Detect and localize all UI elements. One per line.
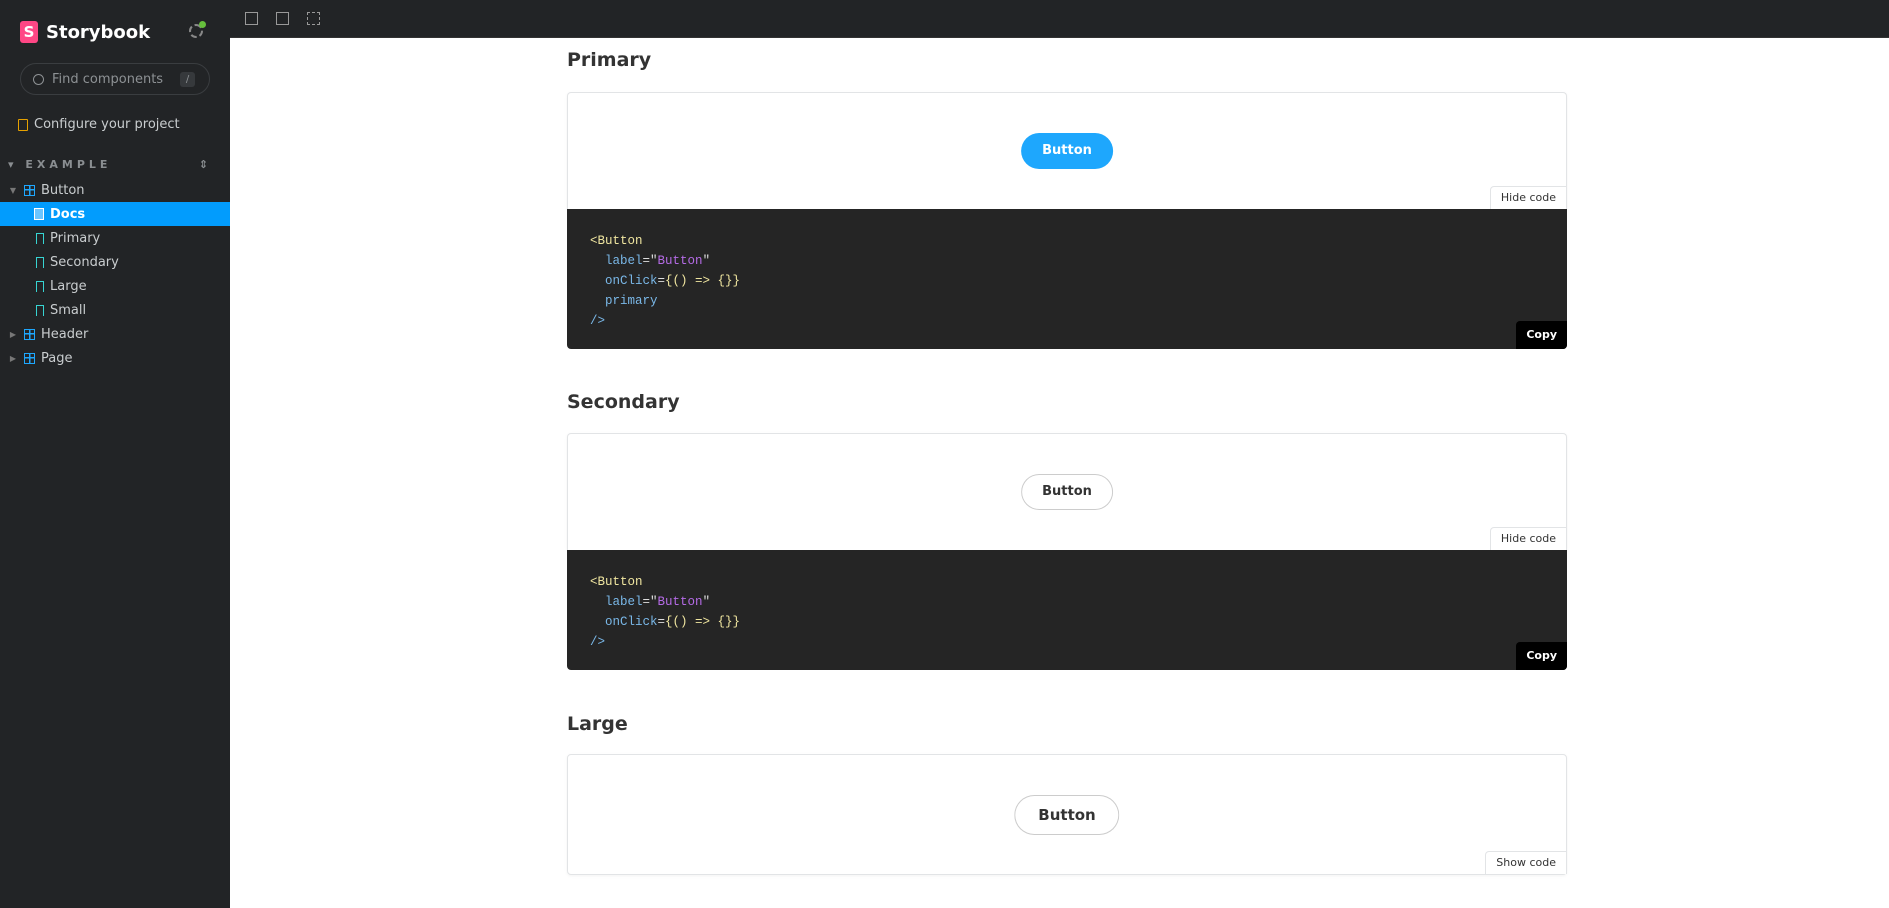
sidebar-item-docs[interactable]: Docs <box>0 202 230 226</box>
search-icon <box>33 73 44 85</box>
story-primary: Button Hide code <Button label="Button" … <box>567 92 1567 349</box>
story-preview: Button Show code <box>567 754 1567 875</box>
status-dot <box>199 21 206 28</box>
configure-project-link[interactable]: Configure your project <box>18 117 180 132</box>
sidebar-item-small[interactable]: Small <box>0 298 230 322</box>
sidebar-item-header[interactable]: ▶ Header <box>0 322 230 346</box>
large-button[interactable]: Button <box>1014 795 1120 835</box>
docs-icon <box>34 208 44 220</box>
settings-gear-icon[interactable] <box>189 21 206 38</box>
sidebar-item-secondary[interactable]: Secondary <box>0 250 230 274</box>
toolbar <box>230 0 1889 38</box>
bookmark-icon <box>36 232 44 244</box>
story-preview: Button Hide code <box>567 92 1567 209</box>
grid-icon[interactable] <box>276 12 289 25</box>
copy-button[interactable]: Copy <box>1516 642 1567 670</box>
story-title-large: Large <box>567 713 628 735</box>
group-example[interactable]: ▾ EXAMPLE ⇕ <box>8 158 208 171</box>
code-block: <Button label="Button" onClick={() => {}… <box>567 550 1567 670</box>
bookmark-icon <box>36 280 44 292</box>
chevron-down-icon: ▼ <box>9 185 17 195</box>
shortcut-badge: / <box>180 72 195 87</box>
expand-collapse-icon[interactable]: ⇕ <box>199 158 208 171</box>
chevron-right-icon: ▶ <box>9 353 17 363</box>
sidebar-item-large[interactable]: Large <box>0 274 230 298</box>
component-icon <box>24 328 35 340</box>
story-title-secondary: Secondary <box>567 391 680 413</box>
sidebar-tree: ▼ Button Docs Primary Secondary Large Sma… <box>0 178 230 370</box>
bookmark-icon <box>36 304 44 316</box>
chevron-right-icon: ▶ <box>9 329 17 339</box>
document-icon <box>18 118 28 131</box>
sidebar-item-primary[interactable]: Primary <box>0 226 230 250</box>
story-secondary: Button Hide code <Button label="Button" … <box>567 433 1567 670</box>
secondary-button[interactable]: Button <box>1021 474 1113 510</box>
storybook-logo[interactable]: S Storybook <box>20 21 150 43</box>
hide-code-button[interactable]: Hide code <box>1489 186 1567 209</box>
image-icon[interactable] <box>245 12 258 25</box>
sidebar-item-button[interactable]: ▼ Button <box>0 178 230 202</box>
logo-icon: S <box>20 21 38 43</box>
primary-button[interactable]: Button <box>1021 133 1113 169</box>
copy-button[interactable]: Copy <box>1516 321 1567 349</box>
story-preview: Button Hide code <box>567 433 1567 550</box>
story-large: Button Show code <box>567 754 1567 875</box>
component-icon <box>24 184 35 196</box>
hide-code-button[interactable]: Hide code <box>1489 527 1567 550</box>
show-code-button[interactable]: Show code <box>1485 851 1567 874</box>
sidebar-item-page[interactable]: ▶ Page <box>0 346 230 370</box>
outline-icon[interactable] <box>307 12 320 25</box>
bookmark-icon <box>36 256 44 268</box>
sidebar: S Storybook Find components / Configure yo… <box>0 0 230 908</box>
story-title-primary: Primary <box>567 49 652 71</box>
component-icon <box>24 352 35 364</box>
search-input[interactable]: Find components / <box>20 63 210 95</box>
code-block: <Button label="Button" onClick={() => {}… <box>567 209 1567 349</box>
